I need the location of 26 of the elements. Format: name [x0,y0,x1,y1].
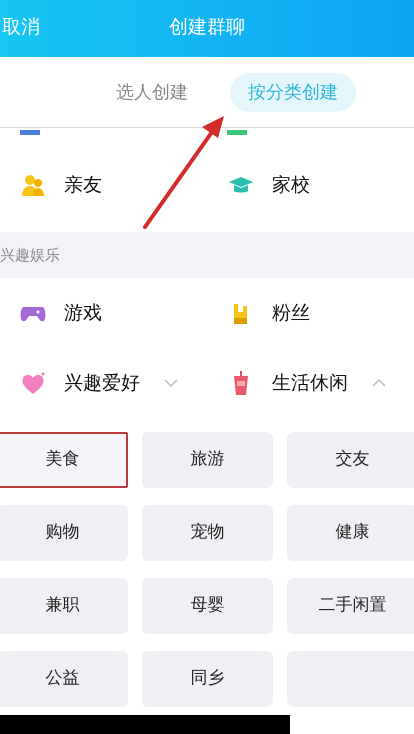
subcategory-button[interactable]: 健康 [287,505,414,561]
chevron-up-icon[interactable] [372,378,386,388]
subcategory-button[interactable]: 公益 [0,651,128,707]
tab[interactable]: 选人创建 [98,72,206,112]
people-icon [20,172,46,198]
subcategory-button[interactable]: 旅游 [142,432,273,488]
category-label[interactable]: 粉丝 [272,298,310,328]
subcategory-button[interactable]: 宠物 [142,505,273,561]
category-label[interactable]: 家校 [272,170,310,200]
subcategory-button[interactable]: 美食 [0,432,128,488]
subcategory-button[interactable]: 二手闲置 [287,578,414,634]
section-header: 兴趣娱乐 [0,232,414,278]
subcategory-button[interactable]: 兼职 [0,578,128,634]
category-label[interactable]: 游戏 [64,298,102,328]
chevron-down-icon[interactable] [164,378,178,388]
heart-icon [20,370,46,396]
subcategory-button[interactable]: 交友 [287,432,414,488]
subcategory-button[interactable]: 购物 [0,505,128,561]
subcategory-button[interactable]: 母婴 [142,578,273,634]
category-label[interactable]: 生活休闲 [272,368,348,398]
category-label[interactable]: 兴趣爱好 [64,368,140,398]
window-title: 创建群聊 [168,15,246,40]
subcategory-button[interactable]: 同乡 [142,651,273,707]
category-icon [227,130,247,135]
category-icon [20,130,40,135]
category-label[interactable]: 亲友 [64,170,102,200]
